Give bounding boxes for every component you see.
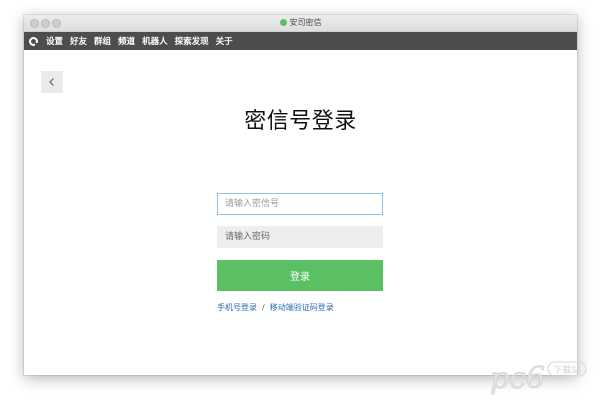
menu-item-groups[interactable]: 群组 bbox=[94, 35, 111, 47]
back-button[interactable] bbox=[41, 71, 63, 93]
password-input[interactable] bbox=[217, 226, 383, 248]
top-menubar: 设置 好友 群组 频道 机器人 探索发现 关于 bbox=[24, 32, 577, 50]
account-id-input[interactable] bbox=[217, 193, 383, 215]
device-code-login-link[interactable]: 移动端验证码登录 bbox=[270, 303, 334, 312]
menu-item-settings[interactable]: 设置 bbox=[46, 35, 63, 47]
link-separator: / bbox=[262, 303, 265, 312]
alternative-login-links: 手机号登录 / 移动端验证码登录 bbox=[217, 302, 334, 313]
site-watermark-logo: pc6 下载站 bbox=[490, 361, 587, 396]
page-title: 密信号登录 bbox=[244, 109, 357, 134]
svg-text:pc6: pc6 bbox=[490, 361, 545, 396]
window-title-text: 安司密信 bbox=[289, 18, 322, 27]
login-button[interactable]: 登录 bbox=[217, 260, 383, 291]
phone-login-link[interactable]: 手机号登录 bbox=[217, 303, 257, 312]
window-title: 安司密信 bbox=[24, 15, 577, 31]
menu-item-friends[interactable]: 好友 bbox=[70, 35, 87, 47]
app-icon bbox=[279, 19, 287, 26]
app-window: 安司密信 设置 好友 群组 频道 机器人 探索发现 关于 密信号登录 登录 手机… bbox=[24, 15, 577, 375]
window-titlebar: 安司密信 bbox=[24, 15, 577, 32]
app-logo-icon bbox=[29, 36, 38, 46]
menu-item-channels[interactable]: 频道 bbox=[118, 35, 135, 47]
svg-text:下载站: 下载站 bbox=[553, 364, 580, 376]
menu-item-about[interactable]: 关于 bbox=[216, 35, 233, 47]
menu-item-explore[interactable]: 探索发现 bbox=[175, 35, 209, 47]
menu-item-bots[interactable]: 机器人 bbox=[142, 35, 168, 47]
chevron-left-icon bbox=[49, 78, 54, 86]
